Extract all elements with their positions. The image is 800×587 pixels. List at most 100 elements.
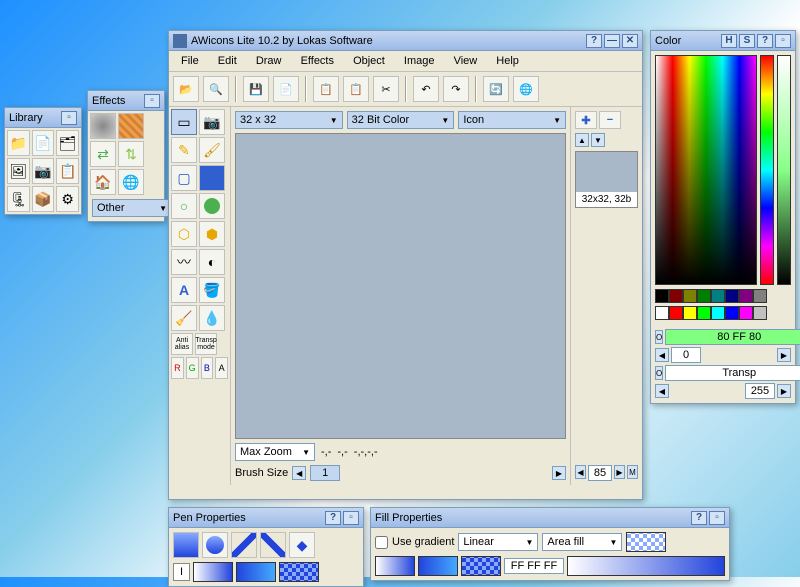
format-up[interactable]: ▲	[575, 133, 589, 147]
fill-collapse-icon[interactable]: ▫	[709, 511, 725, 525]
transmode-toggle[interactable]: Transp mode	[195, 333, 217, 355]
hscroll-right[interactable]: ▶	[614, 465, 625, 479]
lib-item-9[interactable]: ⚙	[56, 186, 79, 212]
pen-shape-diamond[interactable]: ◆	[289, 532, 315, 558]
brush-size-input[interactable]	[310, 465, 340, 481]
fill-preview-checker[interactable]	[626, 532, 666, 552]
effects-collapse-icon[interactable]: ▫	[144, 94, 160, 108]
color-btn-s[interactable]: S	[739, 34, 755, 48]
minimize-button[interactable]: —	[604, 34, 620, 48]
save-button[interactable]: 💾	[243, 76, 269, 102]
transp-o-button[interactable]: O	[655, 366, 663, 380]
hscroll-value[interactable]	[588, 465, 612, 481]
fill-type-dropdown[interactable]: Area fill▼	[542, 533, 622, 551]
alpha-scroll-right[interactable]: ▶	[777, 384, 791, 398]
tool-rect-outline[interactable]: ▢	[171, 165, 197, 191]
fx-globe[interactable]: 🌐	[118, 169, 144, 195]
remove-format-button[interactable]: −	[599, 111, 621, 129]
tool-circle-outline[interactable]: ○	[171, 193, 197, 219]
add-format-button[interactable]: ✚	[575, 111, 597, 129]
lib-item-5[interactable]: 📷	[32, 158, 55, 184]
pen-grad-3[interactable]	[279, 562, 319, 582]
sw-purple[interactable]	[739, 289, 753, 303]
lib-item-8[interactable]: 📦	[32, 186, 55, 212]
tool-rect-fill[interactable]	[199, 165, 225, 191]
sw-gray[interactable]	[753, 289, 767, 303]
lib-item-7[interactable]: 🗜	[7, 186, 30, 212]
sw-lime[interactable]	[697, 306, 711, 320]
sw-magenta[interactable]	[739, 306, 753, 320]
color-o-button[interactable]: O	[655, 330, 663, 344]
sw-olive[interactable]	[683, 289, 697, 303]
use-gradient-checkbox[interactable]	[375, 536, 388, 549]
sw-navy[interactable]	[725, 289, 739, 303]
menu-edit[interactable]: Edit	[210, 53, 245, 69]
sw-yellow[interactable]	[683, 306, 697, 320]
lib-item-2[interactable]: 📄	[32, 130, 55, 156]
web-button[interactable]: 🌐	[513, 76, 539, 102]
fx-grayscale[interactable]	[90, 113, 116, 139]
effects-category-dropdown[interactable]: Other▼	[92, 199, 172, 217]
refresh-button[interactable]: 🔄	[483, 76, 509, 102]
fill-grad-2[interactable]	[418, 556, 458, 576]
sw-silver[interactable]	[753, 306, 767, 320]
menu-draw[interactable]: Draw	[248, 53, 290, 69]
channel-r[interactable]: R	[171, 357, 184, 379]
color-collapse-icon[interactable]: ▫	[775, 34, 791, 48]
tool-curve[interactable]: 〰	[171, 249, 197, 275]
tool-camera[interactable]: 📷	[199, 109, 225, 135]
hue-slider[interactable]	[760, 55, 774, 285]
sw-black[interactable]	[655, 289, 669, 303]
antialias-toggle[interactable]: Anti alias	[171, 333, 193, 355]
color-val0[interactable]	[671, 347, 701, 363]
tool-eyedropper[interactable]: 💧	[199, 305, 225, 331]
pen-shape-diag2[interactable]	[260, 532, 286, 558]
pen-shape-diag1[interactable]	[231, 532, 257, 558]
pen-pin-icon[interactable]: ?	[325, 511, 341, 525]
hscroll-left[interactable]: ◀	[575, 465, 586, 479]
menu-image[interactable]: Image	[396, 53, 443, 69]
fx-arrow-up[interactable]: ⇅	[118, 141, 144, 167]
pen-shape-circle[interactable]	[202, 532, 228, 558]
sw-maroon[interactable]	[669, 289, 683, 303]
color-scroll-right[interactable]: ▶	[777, 348, 791, 362]
fill-pin-icon[interactable]: ?	[691, 511, 707, 525]
doc-button[interactable]: 📄	[273, 76, 299, 102]
channel-g[interactable]: G	[186, 357, 199, 379]
brush-dec[interactable]: ◀	[292, 466, 306, 480]
color-scroll-left[interactable]: ◀	[655, 348, 669, 362]
sw-white[interactable]	[655, 306, 669, 320]
fx-arrow-right[interactable]: ⇄	[90, 141, 116, 167]
format-preview[interactable]: 32x32, 32b	[575, 151, 638, 208]
menu-file[interactable]: File	[173, 53, 207, 69]
transp-input[interactable]	[665, 365, 800, 381]
alpha-val255[interactable]	[745, 383, 775, 399]
color-btn-h[interactable]: H	[721, 34, 737, 48]
lib-item-1[interactable]: 📁	[7, 130, 30, 156]
alpha-scroll-left[interactable]: ◀	[655, 384, 669, 398]
fx-home[interactable]: 🏠	[90, 169, 116, 195]
menu-effects[interactable]: Effects	[293, 53, 342, 69]
sw-teal[interactable]	[711, 289, 725, 303]
color-field[interactable]	[655, 55, 757, 285]
menu-object[interactable]: Object	[345, 53, 393, 69]
tool-eraser[interactable]: 🧹	[171, 305, 197, 331]
redo-button[interactable]: ↷	[443, 76, 469, 102]
color-pin-icon[interactable]: ?	[757, 34, 773, 48]
pen-grad-2[interactable]	[236, 562, 276, 582]
lightness-slider[interactable]	[777, 55, 791, 285]
tool-brush[interactable]: 🖌	[199, 137, 225, 163]
brush-inc[interactable]: ▶	[552, 466, 566, 480]
pen-grad-1[interactable]	[193, 562, 233, 582]
sw-red[interactable]	[669, 306, 683, 320]
tool-hex-outline[interactable]: ⬡	[171, 221, 197, 247]
zoom-dropdown[interactable]: Max Zoom▼	[235, 443, 315, 461]
pen-collapse-icon[interactable]: ▫	[343, 511, 359, 525]
help-button[interactable]: ?	[586, 34, 602, 48]
lib-item-6[interactable]: 📋	[56, 158, 79, 184]
fill-grad-1[interactable]	[375, 556, 415, 576]
zoom-button[interactable]: 🔍	[203, 76, 229, 102]
undo-button[interactable]: ↶	[413, 76, 439, 102]
pen-shape-square[interactable]	[173, 532, 199, 558]
tool-fill[interactable]: 🪣	[199, 277, 225, 303]
